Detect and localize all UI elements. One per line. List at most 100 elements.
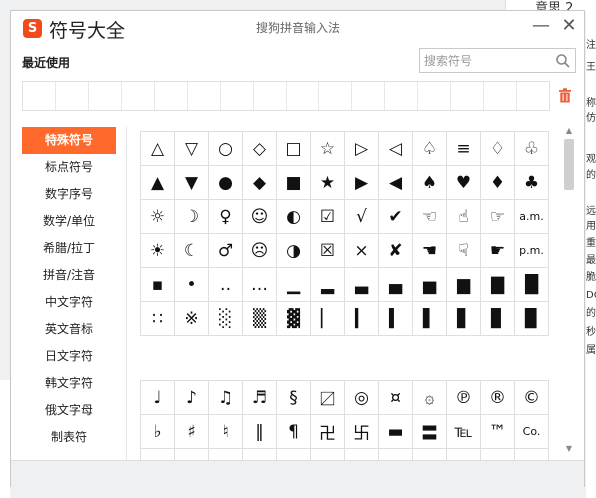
symbol-cell[interactable]: ▲ [140,165,175,200]
symbol-cell[interactable]: ♤ [412,131,447,166]
search-box[interactable] [419,48,576,73]
symbol-cell[interactable]: ☆ [310,131,345,166]
symbol-cell[interactable] [412,448,447,460]
symbol-cell[interactable]: ◇ [242,131,277,166]
symbol-cell[interactable]: ♬ [242,380,277,415]
symbol-cell[interactable]: ☜ [412,199,447,234]
symbol-cell[interactable]: ♩ [140,380,175,415]
symbol-cell[interactable] [174,448,209,460]
symbol-cell[interactable]: ☑ [310,199,345,234]
recent-symbol-slot[interactable] [418,82,452,110]
sidebar-item-2[interactable]: 数字序号 [22,181,116,208]
recent-symbol-slot[interactable] [56,82,89,110]
symbol-cell[interactable]: ★ [310,165,345,200]
symbol-cell[interactable]: ☒ [310,233,345,268]
symbol-cell[interactable]: ▍ [378,301,413,336]
symbol-cell[interactable]: ▇ [480,267,515,302]
sidebar-item-3[interactable]: 数学/单位 [22,208,116,235]
symbol-cell[interactable]: ® [480,380,515,415]
symbol-cell[interactable]: ▏ [310,301,345,336]
symbol-cell[interactable]: © [514,380,549,415]
recent-symbol-slot[interactable] [352,82,386,110]
symbol-cell[interactable]: × [344,233,379,268]
symbol-cell[interactable]: ¶ [276,414,311,449]
symbol-cell[interactable] [276,448,311,460]
recent-symbol-slot[interactable] [385,82,419,110]
symbol-cell[interactable]: ▼ [174,165,209,200]
symbol-cell[interactable]: ▒ [242,301,277,336]
symbol-cell[interactable]: ♂ [208,233,243,268]
symbol-cell[interactable]: ♧ [514,131,549,166]
symbol-cell[interactable]: ‥ [208,267,243,302]
sidebar-item-7[interactable]: 英文音标 [22,316,116,343]
symbol-cell[interactable]: ▂ [310,267,345,302]
symbol-cell[interactable]: ◁ [378,131,413,166]
symbol-cell[interactable]: ♫ [208,380,243,415]
symbol-cell[interactable]: √ [344,199,379,234]
sidebar-item-0[interactable]: 特殊符号 [22,127,116,154]
symbol-cell[interactable]: ▓ [276,301,311,336]
recent-symbol-slot[interactable] [188,82,221,110]
symbol-cell[interactable]: ☟ [446,233,481,268]
symbol-cell[interactable]: ◆ [242,165,277,200]
recent-symbol-slot[interactable] [23,82,56,110]
symbol-cell[interactable]: ۞ [412,380,447,415]
symbol-cell[interactable]: ▊ [480,301,515,336]
recent-symbol-slot[interactable] [451,82,485,110]
symbol-cell[interactable]: ▎ [344,301,379,336]
sidebar-item-8[interactable]: 日文字符 [22,343,116,370]
trash-icon[interactable] [558,88,572,103]
symbol-cell[interactable]: ▆ [446,267,481,302]
symbol-cell[interactable]: ≡ [446,131,481,166]
symbol-cell[interactable]: ♭ [140,414,175,449]
symbol-cell[interactable]: ○ [208,131,243,166]
symbol-cell[interactable] [378,448,413,460]
search-icon[interactable] [555,53,571,69]
symbol-cell[interactable]: ░ [208,301,243,336]
symbol-cell[interactable]: ▌ [412,301,447,336]
sidebar-item-9[interactable]: 韩文字符 [22,370,116,397]
symbol-cell[interactable]: ♀ [208,199,243,234]
symbol-cell[interactable]: ▅ [412,267,447,302]
recent-symbol-slot[interactable] [517,82,549,110]
symbol-cell[interactable] [514,448,549,460]
symbol-cell[interactable]: ◐ [276,199,311,234]
symbol-cell[interactable]: ☀ [140,233,175,268]
scroll-down-arrow-icon[interactable]: ▼ [563,443,575,455]
symbol-cell[interactable] [242,448,277,460]
symbol-cell[interactable]: § [276,380,311,415]
symbol-cell[interactable]: ▽ [174,131,209,166]
symbol-cell[interactable] [480,448,515,460]
symbol-cell[interactable]: ♦ [480,165,515,200]
symbol-cell[interactable]: ♢ [480,131,515,166]
sidebar-item-1[interactable]: 标点符号 [22,154,116,181]
vertical-scrollbar[interactable]: ▲ ▼ [563,125,575,455]
symbol-cell[interactable]: ☽ [174,199,209,234]
symbol-cell[interactable]: ‖ [242,414,277,449]
symbol-cell[interactable]: ♠ [412,165,447,200]
symbol-cell[interactable]: ● [208,165,243,200]
symbol-cell[interactable] [344,448,379,460]
symbol-cell[interactable]: ▄ [378,267,413,302]
symbol-cell[interactable] [310,448,345,460]
symbol-cell[interactable]: p.m. [514,233,549,268]
symbol-cell[interactable] [208,448,243,460]
symbol-cell[interactable]: ✔ [378,199,413,234]
symbol-cell[interactable]: ♮ [208,414,243,449]
symbol-cell[interactable]: ℡ [446,414,481,449]
scroll-up-arrow-icon[interactable]: ▲ [563,125,575,137]
symbol-cell[interactable]: ☹ [242,233,277,268]
symbol-cell[interactable]: ▶ [344,165,379,200]
symbol-cell[interactable]: ▉ [514,301,549,336]
recent-symbol-slot[interactable] [287,82,320,110]
symbol-cell[interactable]: 卍 [310,414,345,449]
symbol-cell[interactable]: • [174,267,209,302]
symbol-cell[interactable]: ∷ [140,301,175,336]
sidebar-item-6[interactable]: 中文字符 [22,289,116,316]
symbol-cell[interactable]: █ [514,267,549,302]
symbol-cell[interactable]: a.m. [514,199,549,234]
symbol-cell[interactable]: … [242,267,277,302]
symbol-cell[interactable]: ◀ [378,165,413,200]
recent-symbol-slot[interactable] [484,82,518,110]
symbol-cell[interactable]: ♪ [174,380,209,415]
